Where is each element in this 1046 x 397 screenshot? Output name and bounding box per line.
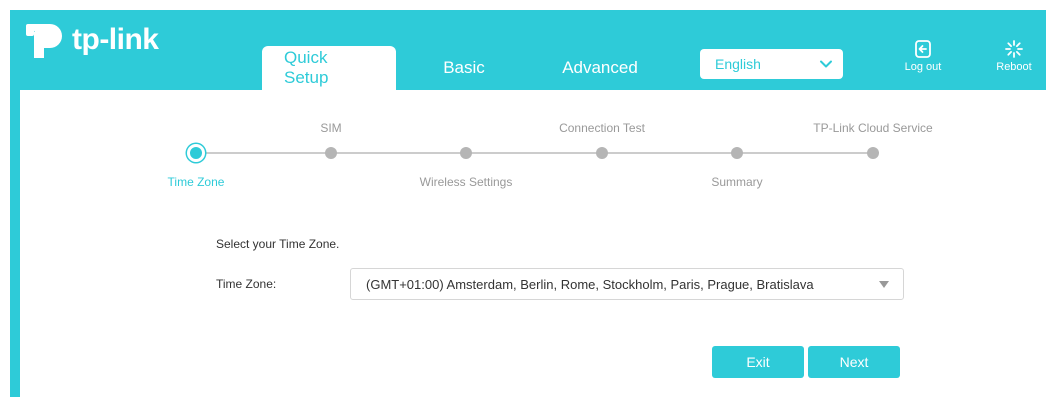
page-margin [0,0,10,397]
time-zone-select[interactable]: (GMT+01:00) Amsterdam, Berlin, Rome, Sto… [350,268,904,300]
setup-stepper: Time Zone SIM Wireless Settings Connecti… [20,90,1046,200]
step-dot-connection-test [596,147,608,159]
step-label-summary: Summary [711,175,763,189]
step-label-wireless-settings: Wireless Settings [419,175,513,189]
step-dot-time-zone [187,144,205,162]
main-tabs: Quick Setup Basic Advanced [262,46,668,90]
reboot-button[interactable]: Reboot [986,39,1042,79]
next-button[interactable]: Next [808,346,900,378]
step-dot-cloud-service [867,147,879,159]
chevron-down-icon [820,60,832,68]
tp-link-logo: tp-link [24,20,159,60]
header-bar: tp-link Quick Setup Basic Advanced Engli… [10,10,1046,90]
stepper-track [196,152,872,154]
logout-icon [915,40,931,58]
reboot-icon [1005,40,1023,58]
logout-button[interactable]: Log out [895,39,951,79]
step-dot-wireless-settings [460,147,472,159]
step-dot-summary [731,147,743,159]
reboot-label: Reboot [996,61,1032,73]
step-label-sim: SIM [320,121,342,135]
exit-button[interactable]: Exit [712,346,804,378]
tp-link-logo-icon [24,20,68,60]
step-label-cloud-service: TP-Link Cloud Service [813,121,933,135]
logo-text: tp-link [72,23,159,56]
step-dot-sim [325,147,337,159]
tab-advanced[interactable]: Advanced [532,46,668,90]
time-zone-select-value: (GMT+01:00) Amsterdam, Berlin, Rome, Sto… [366,276,814,292]
tab-quick-setup[interactable]: Quick Setup [262,46,396,90]
tab-basic[interactable]: Basic [396,46,532,90]
main-content: Time Zone SIM Wireless Settings Connecti… [20,90,1046,397]
logout-label: Log out [904,61,942,73]
step-label-connection-test: Connection Test [559,121,645,135]
time-zone-label: Time Zone: [216,277,277,291]
time-zone-prompt: Select your Time Zone. [216,237,340,251]
language-select[interactable]: English [700,49,843,79]
dropdown-arrow-icon [879,280,889,288]
step-label-time-zone: Time Zone [167,175,225,189]
language-select-value: English [715,56,761,72]
